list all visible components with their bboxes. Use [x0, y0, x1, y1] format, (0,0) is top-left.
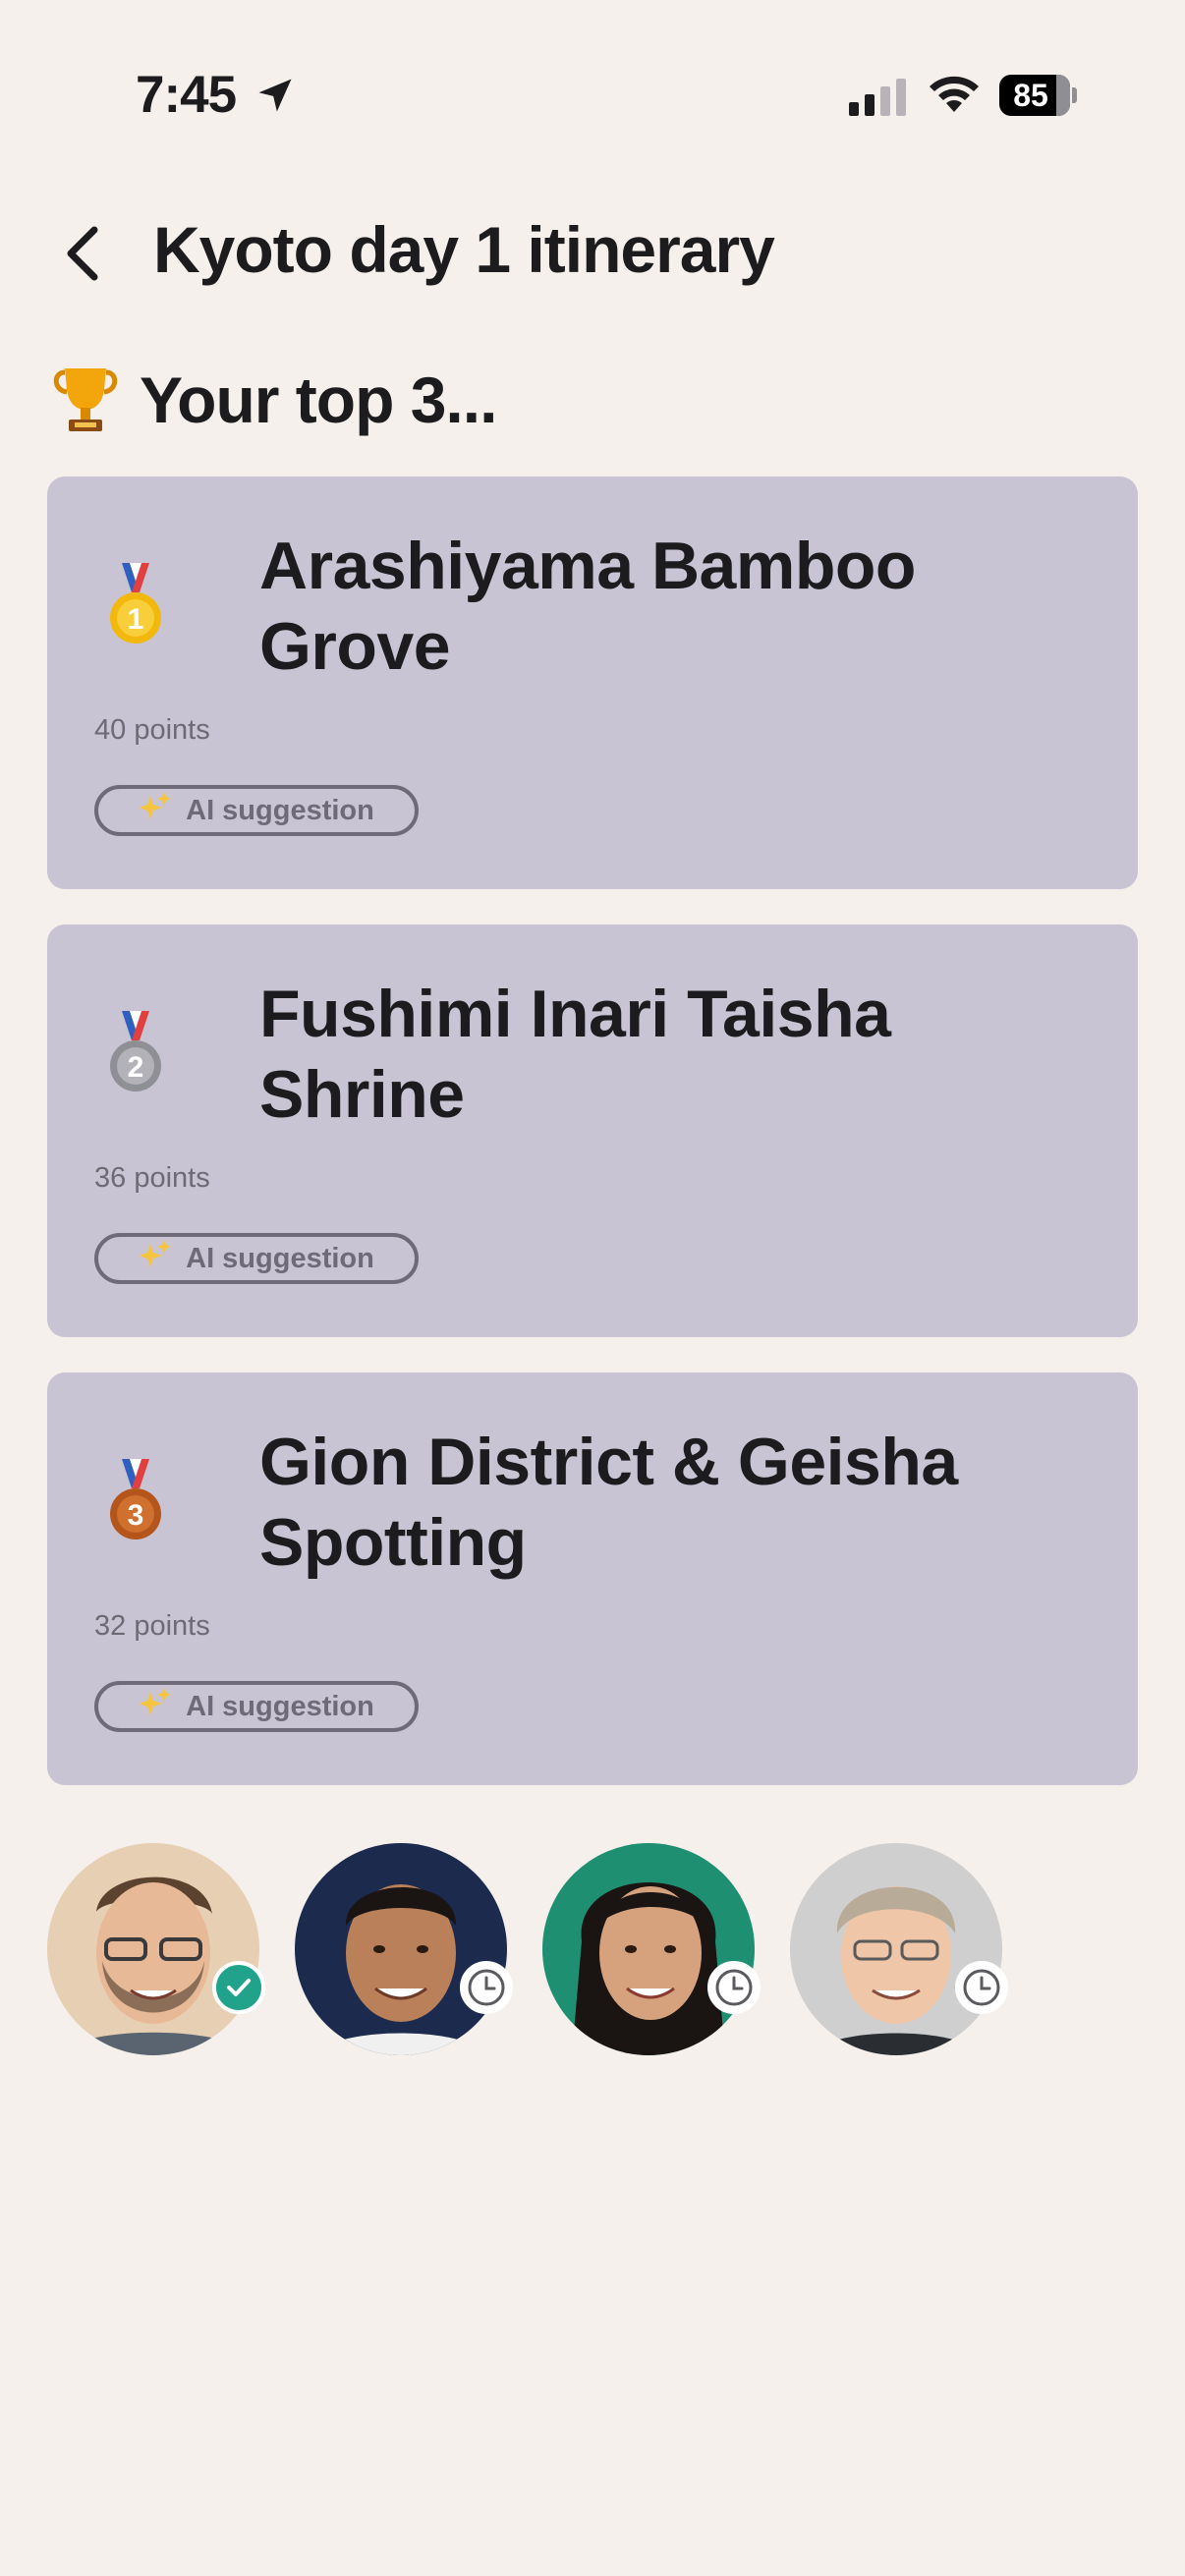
clock-icon — [460, 1961, 513, 2014]
ai-suggestion-label: AI suggestion — [186, 1690, 374, 1722]
ranking-card-2[interactable]: 2 Fushimi Inari Taisha Shrine 36 points … — [47, 924, 1138, 1337]
place-name: Fushimi Inari Taisha Shrine — [259, 977, 891, 1132]
section-title: Your top 3... — [140, 364, 497, 436]
trophy-icon — [53, 368, 118, 431]
avatar — [47, 1843, 259, 2055]
avatar — [790, 1843, 1002, 2055]
ranking-card-3[interactable]: 3 Gion District & Geisha Spotting 32 poi… — [47, 1372, 1138, 1785]
place-points: 32 points — [94, 1610, 210, 1642]
cellular-signal-icon — [849, 79, 906, 116]
place-points: 40 points — [94, 714, 210, 746]
ai-suggestion-tag: AI suggestion — [94, 1681, 419, 1732]
participant-avatar-1[interactable] — [47, 1843, 265, 2055]
ai-suggestion-label: AI suggestion — [186, 1242, 374, 1274]
back-chevron-icon[interactable] — [59, 224, 108, 283]
ranking-card-1[interactable]: 1 Arashiyama Bamboo Grove 40 points AI s… — [47, 476, 1138, 889]
participant-avatar-3[interactable] — [542, 1843, 761, 2055]
svg-text:2: 2 — [128, 1051, 144, 1084]
participant-avatar-2[interactable] — [295, 1843, 513, 2055]
place-points: 36 points — [94, 1162, 210, 1194]
bronze-medal-icon: 3 — [110, 1459, 161, 1540]
location-arrow-icon — [258, 79, 292, 112]
ai-suggestion-label: AI suggestion — [186, 794, 374, 826]
sparkles-icon — [139, 1240, 172, 1277]
sparkles-icon — [139, 792, 172, 829]
status-time: 7:45 — [136, 66, 237, 124]
check-icon — [212, 1961, 265, 2014]
ai-suggestion-tag: AI suggestion — [94, 785, 419, 836]
gold-medal-icon: 1 — [110, 563, 161, 644]
silver-medal-icon: 2 — [110, 1011, 161, 1092]
battery-indicator: 85 — [999, 75, 1078, 116]
battery-level: 85 — [1013, 78, 1048, 113]
ai-suggestion-tag: AI suggestion — [94, 1233, 419, 1284]
page-title: Kyoto day 1 itinerary — [153, 213, 775, 286]
place-name: Gion District & Geisha Spotting — [259, 1425, 958, 1580]
status-bar: 7:45 85 — [0, 0, 1185, 187]
clock-icon — [955, 1961, 1008, 2014]
place-name: Arashiyama Bamboo Grove — [259, 529, 916, 684]
section-heading: Your top 3... — [51, 356, 497, 444]
svg-text:3: 3 — [128, 1499, 144, 1532]
svg-text:1: 1 — [128, 603, 144, 636]
sparkles-icon — [139, 1688, 172, 1725]
avatar — [295, 1843, 507, 2055]
clock-icon — [707, 1961, 761, 2014]
wifi-icon — [930, 76, 979, 112]
avatar — [542, 1843, 755, 2055]
participant-avatar-4[interactable] — [790, 1843, 1008, 2055]
